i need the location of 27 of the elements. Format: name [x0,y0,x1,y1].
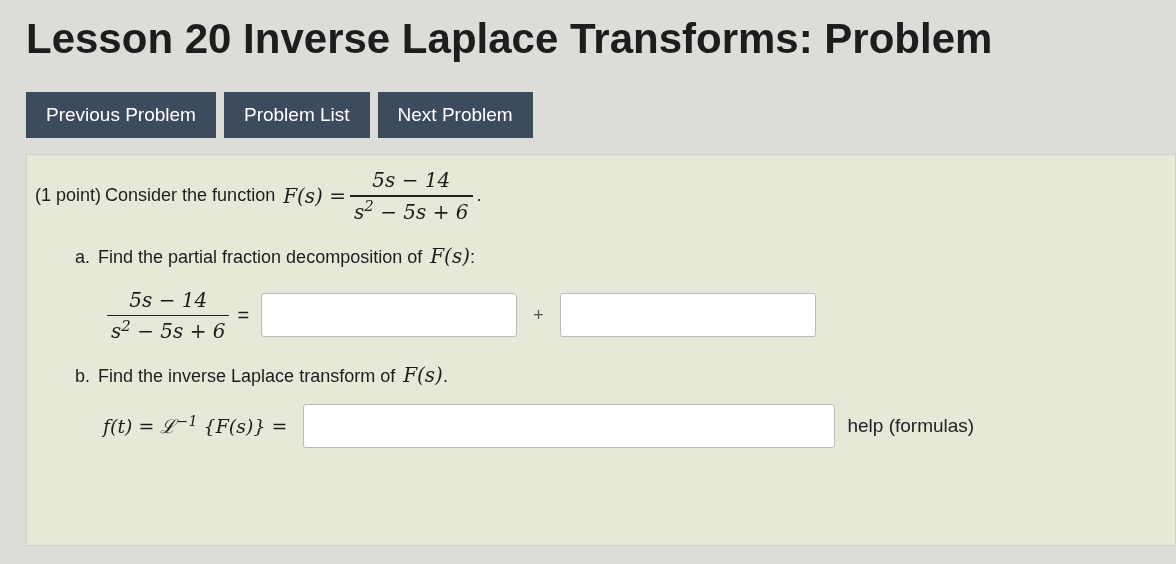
punctuation: . [442,365,448,388]
function-name: F(s) = [283,182,347,210]
nav-button[interactable]: Problem List [223,92,370,138]
fraction-numerator: 5s − 14 [371,167,452,194]
nav-button[interactable]: Next Problem [377,92,533,138]
problem-intro: Consider the function [105,184,276,208]
nav-button[interactable]: Previous Problem [26,92,216,138]
part-instruction: Find the inverse Laplace transform of [98,365,396,388]
plus-sign: + [533,303,544,327]
answer-field[interactable] [559,293,816,338]
equals-sign: = [237,303,250,329]
fraction-denominator: s$^{2}$ − 5s + 6 [353,196,470,226]
page-title: Lesson 20 Inverse Laplace Transforms: Problem [26,14,994,64]
math-expression: F(s) [403,362,443,389]
punctuation: : [469,245,475,269]
transform-expression: f(t) = ℒ$^{−1}$ {F(s)} = [103,411,288,439]
part-instruction: Find the partial fraction decomposition of [98,245,423,269]
part-marker: a. [75,245,90,269]
answer-field[interactable] [261,293,518,338]
fraction-numerator: 5s − 14 [128,286,209,314]
part-marker: b. [75,365,90,388]
math-expression: F(s) [430,242,470,270]
period: . [476,184,482,208]
problem-points: (1 point) [35,184,102,208]
answer-field[interactable] [303,404,836,448]
help-link[interactable]: help (formulas) [847,411,975,441]
fraction-denominator: s$^{2}$ − 5s + 6 [110,316,227,345]
